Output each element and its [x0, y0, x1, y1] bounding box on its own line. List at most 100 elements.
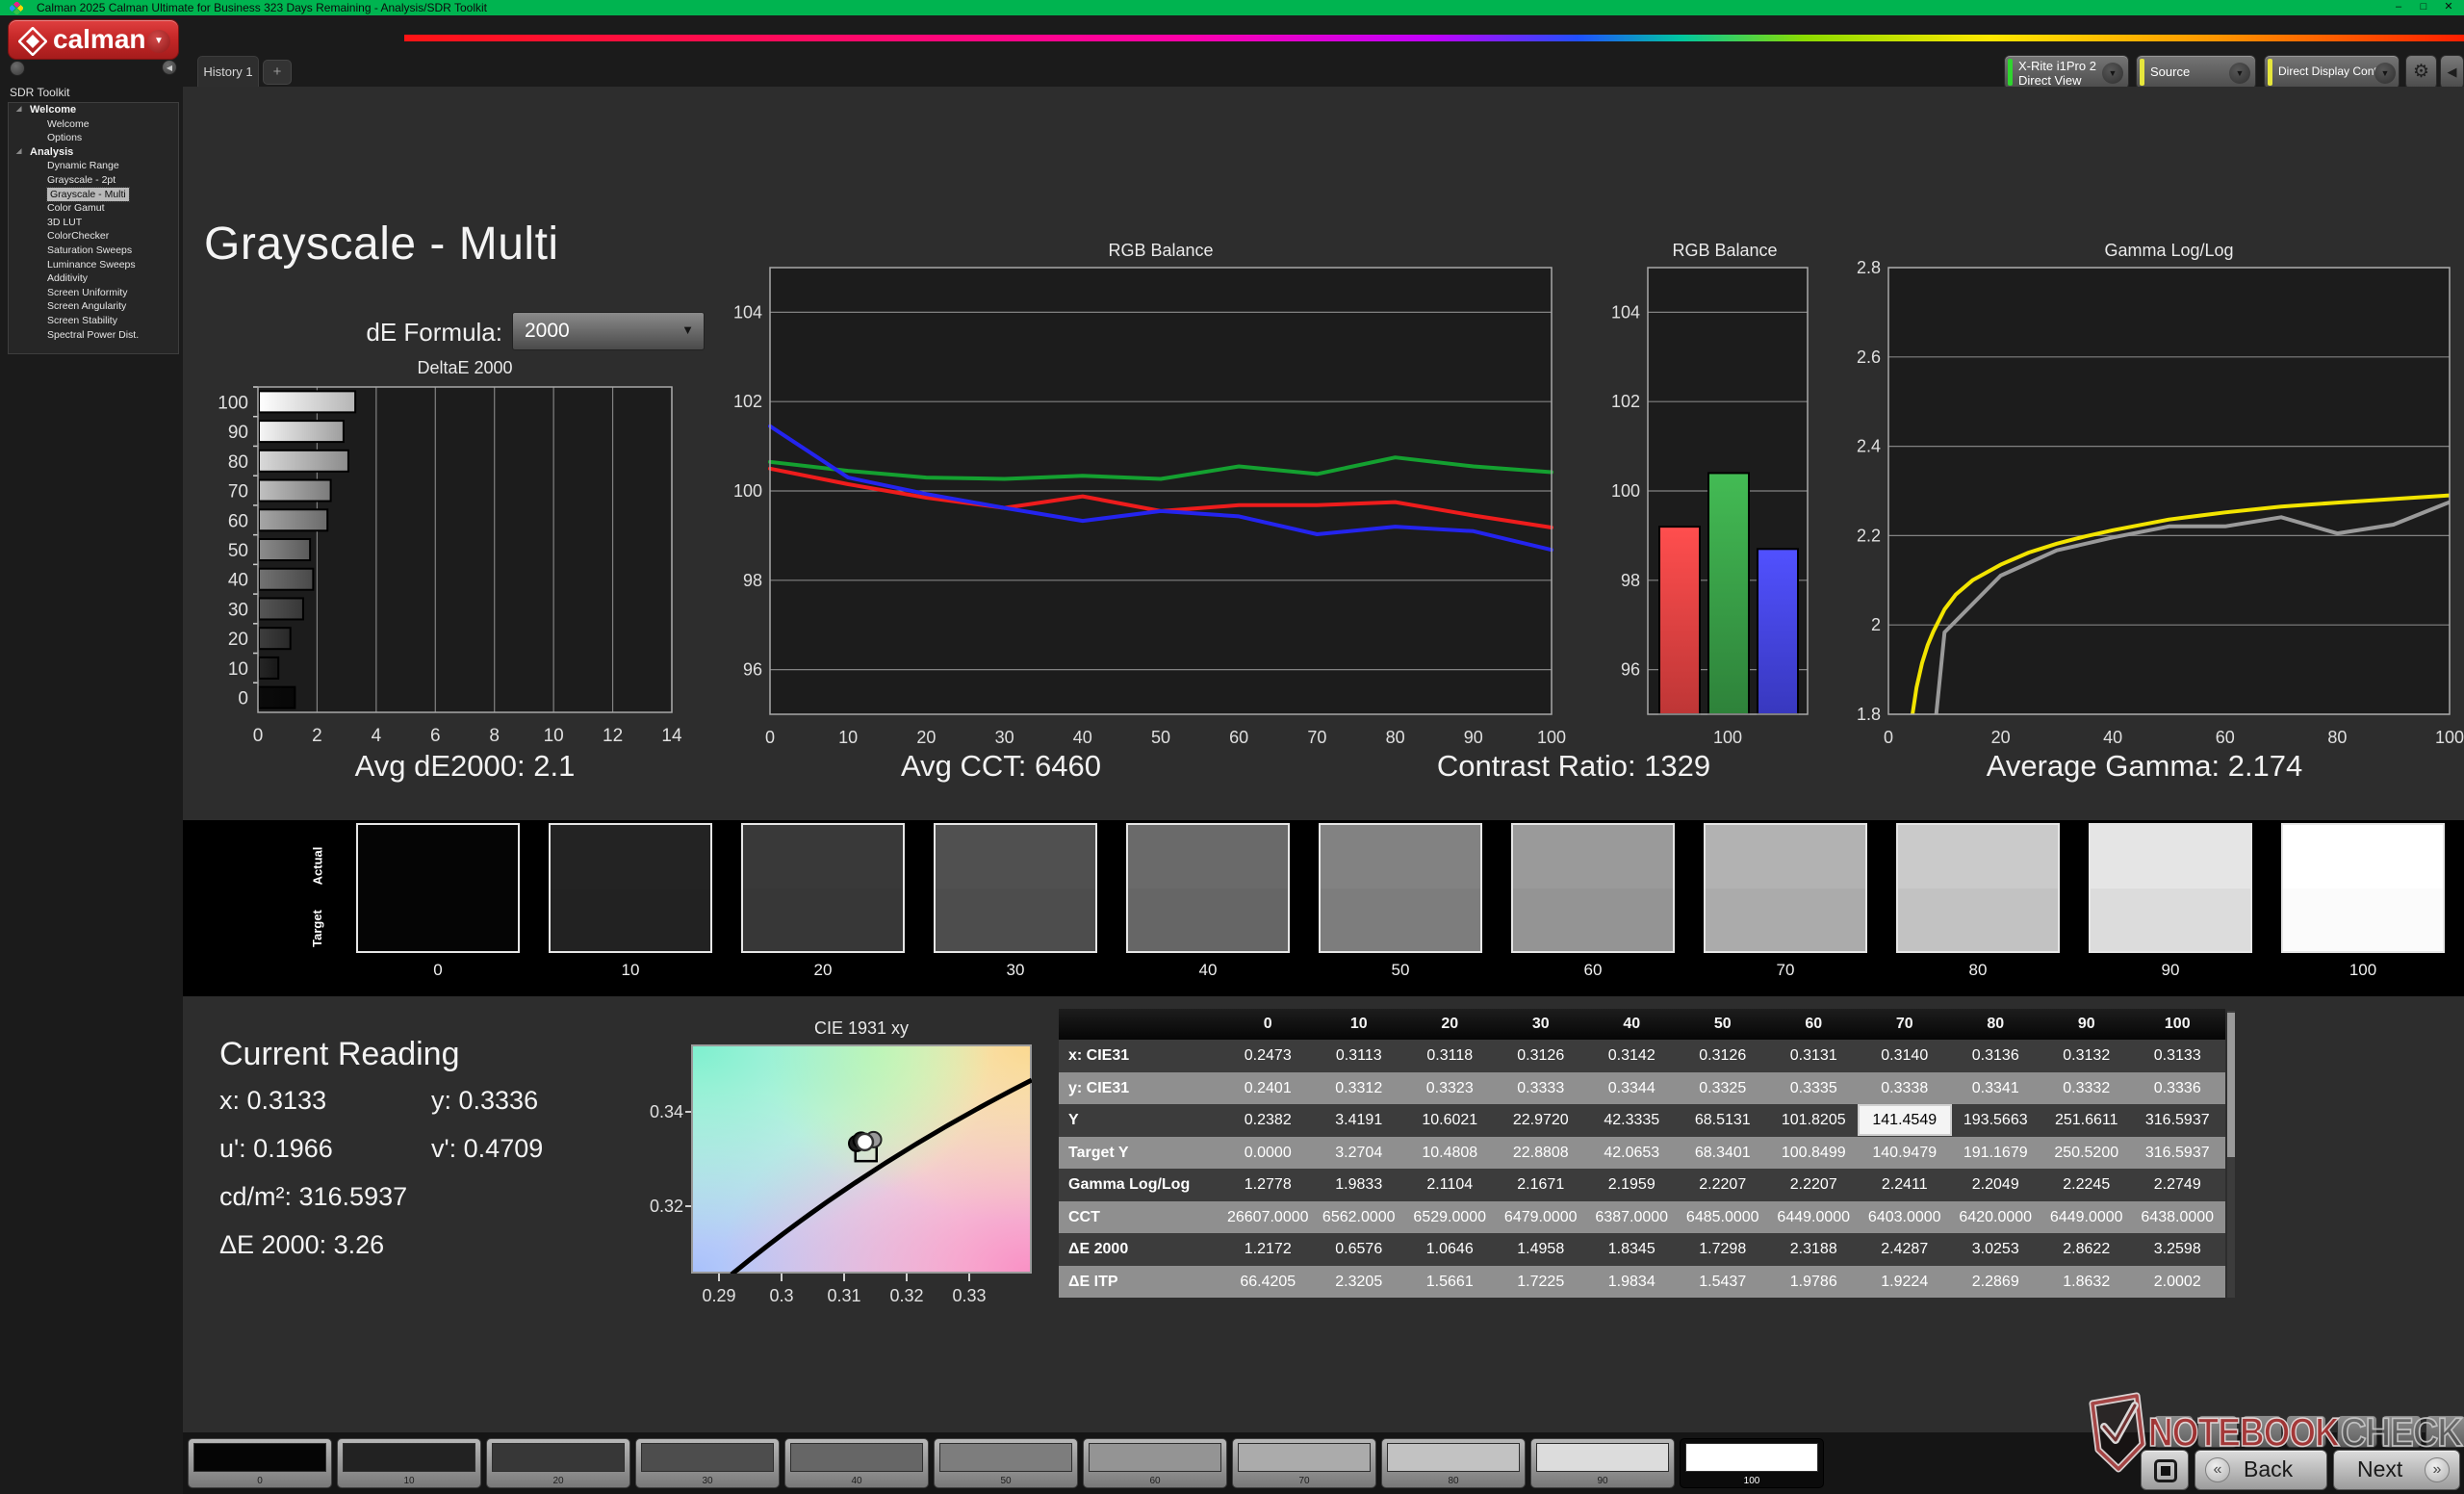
table-cell[interactable]: 1.7225: [1496, 1266, 1587, 1299]
table-cell[interactable]: 22.9720: [1496, 1104, 1587, 1137]
table-cell[interactable]: 0.3126: [1496, 1040, 1587, 1072]
table-cell[interactable]: 0.3136: [1950, 1040, 2041, 1072]
table-cell[interactable]: 316.5937: [2132, 1104, 2223, 1137]
table-cell[interactable]: 100.8499: [1768, 1137, 1860, 1170]
table-cell[interactable]: 6387.0000: [1586, 1201, 1678, 1234]
table-cell[interactable]: 6449.0000: [1768, 1201, 1860, 1234]
table-cell[interactable]: 0.3140: [1860, 1040, 1951, 1072]
table-cell[interactable]: 0.3126: [1678, 1040, 1769, 1072]
settings-button[interactable]: ⚙: [2405, 55, 2437, 90]
table-cell[interactable]: 0.3133: [2132, 1040, 2223, 1072]
table-cell[interactable]: 42.3335: [1586, 1104, 1678, 1137]
sidebar-collapse-button[interactable]: ◀: [162, 60, 177, 75]
table-cell[interactable]: 1.5661: [1404, 1266, 1496, 1299]
pattern-tile-50[interactable]: 50: [934, 1438, 1078, 1488]
chevron-down-icon[interactable]: ▼: [147, 30, 170, 53]
table-cell[interactable]: 26607.0000: [1222, 1201, 1314, 1234]
layout-dot-button[interactable]: [10, 61, 25, 76]
table-cell[interactable]: 1.7298: [1678, 1233, 1769, 1266]
table-cell[interactable]: 0.2382: [1222, 1104, 1314, 1137]
table-cell[interactable]: 250.5200: [2041, 1137, 2133, 1170]
tree-item-additivity[interactable]: Additivity: [9, 271, 178, 286]
table-cell[interactable]: 0.3131: [1768, 1040, 1860, 1072]
table-cell[interactable]: 1.9224: [1860, 1266, 1951, 1299]
table-cell[interactable]: 2.0002: [2132, 1266, 2223, 1299]
pattern-tile-70[interactable]: 70: [1232, 1438, 1376, 1488]
tree-item-options[interactable]: Options: [9, 131, 178, 145]
table-cell[interactable]: 316.5937: [2132, 1137, 2223, 1170]
table-cell[interactable]: 6438.0000: [2132, 1201, 2223, 1234]
chevron-down-icon[interactable]: ▼: [2229, 63, 2250, 84]
table-cell[interactable]: 6479.0000: [1496, 1201, 1587, 1234]
table-cell[interactable]: 0.3333: [1496, 1072, 1587, 1105]
table-cell[interactable]: 0.6576: [1314, 1233, 1405, 1266]
tree-item-colorchecker[interactable]: ColorChecker: [9, 229, 178, 244]
pattern-tile-30[interactable]: 30: [635, 1438, 780, 1488]
table-cell[interactable]: 1.2172: [1222, 1233, 1314, 1266]
table-cell[interactable]: 0.3118: [1404, 1040, 1496, 1072]
tree-item-welcome[interactable]: ◢ Welcome: [9, 103, 178, 117]
table-cell[interactable]: 0.2401: [1222, 1072, 1314, 1105]
table-cell[interactable]: 140.9479: [1860, 1137, 1951, 1170]
tree-item-saturation-sweeps[interactable]: Saturation Sweeps: [9, 244, 178, 258]
table-cell[interactable]: 2.2869: [1950, 1266, 2041, 1299]
scrollbar-thumb[interactable]: [2227, 1013, 2235, 1157]
pattern-tile-90[interactable]: 90: [1530, 1438, 1675, 1488]
table-cell[interactable]: 2.3188: [1768, 1233, 1860, 1266]
table-scrollbar[interactable]: [2227, 1011, 2235, 1298]
table-cell[interactable]: 3.2598: [2132, 1233, 2223, 1266]
table-cell[interactable]: 0.3332: [2041, 1072, 2133, 1105]
table-cell[interactable]: 0.3132: [2041, 1040, 2133, 1072]
table-cell[interactable]: 1.5437: [1678, 1266, 1769, 1299]
meter-dropdown[interactable]: X-Rite i1Pro 2 Direct View ▼: [2004, 55, 2129, 90]
minimize-icon[interactable]: –: [2387, 0, 2410, 14]
table-cell[interactable]: 0.3338: [1860, 1072, 1951, 1105]
pattern-tile-100[interactable]: 100: [1680, 1438, 1824, 1488]
table-cell[interactable]: 1.9833: [1314, 1169, 1405, 1201]
table-cell[interactable]: 2.2207: [1768, 1169, 1860, 1201]
maximize-icon[interactable]: □: [2412, 0, 2435, 14]
chevron-down-icon[interactable]: ▼: [2374, 63, 2396, 84]
pattern-tile-60[interactable]: 60: [1083, 1438, 1227, 1488]
display-control-dropdown[interactable]: Direct Display Control ▼: [2264, 55, 2400, 90]
table-cell[interactable]: 1.2778: [1222, 1169, 1314, 1201]
table-cell[interactable]: 1.8345: [1586, 1233, 1678, 1266]
table-cell[interactable]: 2.1104: [1404, 1169, 1496, 1201]
table-cell[interactable]: 3.2704: [1314, 1137, 1405, 1170]
table-cell[interactable]: 2.2749: [2132, 1169, 2223, 1201]
table-cell[interactable]: 0.3312: [1314, 1072, 1405, 1105]
table-cell[interactable]: 42.0653: [1586, 1137, 1678, 1170]
tree-item-dynamic-range[interactable]: Dynamic Range: [9, 159, 178, 173]
table-cell[interactable]: 6562.0000: [1314, 1201, 1405, 1234]
table-cell[interactable]: 2.3205: [1314, 1266, 1405, 1299]
table-cell[interactable]: 2.8622: [2041, 1233, 2133, 1266]
chevron-down-icon[interactable]: ▼: [2102, 63, 2123, 84]
table-cell[interactable]: 0.3113: [1314, 1040, 1405, 1072]
table-cell[interactable]: 191.1679: [1950, 1137, 2041, 1170]
tree-item-grayscale-multi[interactable]: Grayscale - Multi: [9, 186, 178, 203]
table-cell[interactable]: 0.0000: [1222, 1137, 1314, 1170]
add-tab-button[interactable]: +: [263, 60, 292, 85]
table-cell[interactable]: 6449.0000: [2041, 1201, 2133, 1234]
table-cell[interactable]: 1.4958: [1496, 1233, 1587, 1266]
pattern-tile-10[interactable]: 10: [337, 1438, 481, 1488]
table-cell[interactable]: 3.4191: [1314, 1104, 1405, 1137]
table-cell[interactable]: 1.9834: [1586, 1266, 1678, 1299]
table-cell[interactable]: 0.3335: [1768, 1072, 1860, 1105]
table-cell[interactable]: 1.0646: [1404, 1233, 1496, 1266]
tree-item-3d-lut[interactable]: 3D LUT: [9, 216, 178, 230]
table-cell[interactable]: 1.9786: [1768, 1266, 1860, 1299]
table-cell[interactable]: 0.3344: [1586, 1072, 1678, 1105]
de-formula-select[interactable]: 2000 ▼: [512, 312, 705, 350]
table-cell[interactable]: 2.4287: [1860, 1233, 1951, 1266]
close-icon[interactable]: ✕: [2437, 0, 2460, 14]
table-cell[interactable]: 6529.0000: [1404, 1201, 1496, 1234]
tree-item-color-gamut[interactable]: Color Gamut: [9, 201, 178, 216]
table-cell[interactable]: 2.1671: [1496, 1169, 1587, 1201]
table-cell[interactable]: 101.8205: [1768, 1104, 1860, 1137]
table-cell[interactable]: 2.2207: [1678, 1169, 1769, 1201]
table-cell[interactable]: 2.1959: [1586, 1169, 1678, 1201]
table-cell[interactable]: 0.3323: [1404, 1072, 1496, 1105]
source-dropdown[interactable]: Source ▼: [2136, 55, 2256, 90]
collapse-panel-button[interactable]: ◀: [2440, 55, 2464, 90]
